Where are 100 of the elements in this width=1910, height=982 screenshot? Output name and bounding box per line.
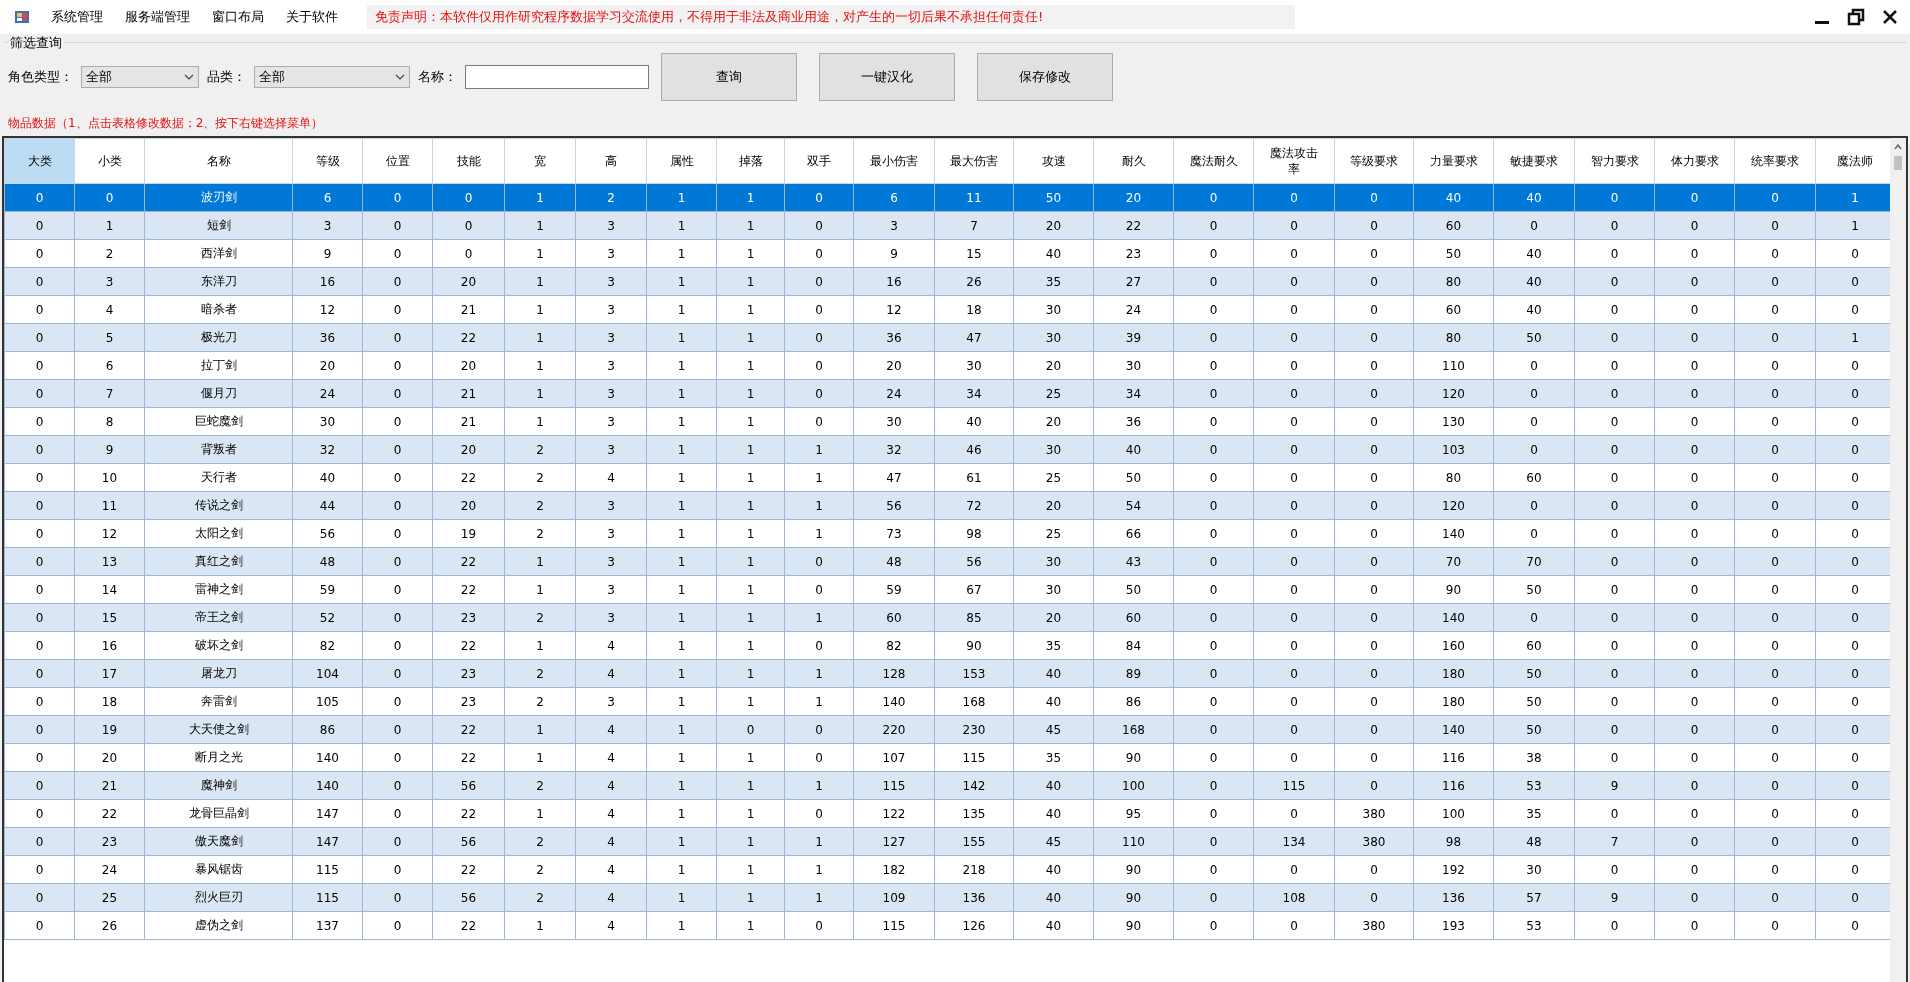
table-cell: 6	[292, 183, 363, 212]
column-header[interactable]: 技能	[432, 138, 505, 184]
table-row[interactable]: 0 21 魔神剑 140 0 56 2 4 1 1 1 115 142 40 100 0 115 0 116 53 9 0 0 0	[4, 771, 1890, 800]
table-row[interactable]: 0 24 暴风锯齿 115 0 22 2 4 1 1 1 182 218 40 90 0 0 0 192 30 0 0 0 0	[4, 855, 1890, 884]
column-header[interactable]: 位置	[362, 138, 433, 184]
table-cell: 0	[1734, 575, 1816, 604]
table-cell: 85	[934, 603, 1014, 632]
table-cell: 3	[575, 603, 647, 632]
table-cell: 137	[292, 911, 363, 940]
scroll-thumb[interactable]	[1894, 156, 1902, 170]
table-cell: 50	[1013, 183, 1094, 212]
column-header[interactable]: 敏捷要求	[1493, 138, 1575, 184]
table-cell: 21	[432, 379, 505, 408]
table-cell: 0	[362, 575, 433, 604]
table-cell: 0	[1253, 547, 1335, 576]
column-header[interactable]: 攻速	[1013, 138, 1094, 184]
action-button[interactable]: 一键汉化	[819, 53, 955, 101]
column-header[interactable]: 魔法师	[1815, 138, 1890, 184]
table-row[interactable]: 0 26 虚伪之剑 137 0 22 1 4 1 1 0 115 126 40 90 0 0 380 193 53 0 0 0 0	[4, 911, 1890, 940]
action-button[interactable]: 查询	[661, 53, 797, 101]
table-cell: 35	[1013, 743, 1094, 772]
table-cell: 0	[1493, 211, 1575, 240]
table-row[interactable]: 0 18 奔雷剑 105 0 23 2 3 1 1 1 140 168 40 86 0 0 0 180 50 0 0 0 0	[4, 687, 1890, 716]
restore-icon[interactable]	[1846, 7, 1866, 27]
table-row[interactable]: 0 8 巨蛇魔剑 30 0 21 1 3 1 1 0 30 40 20 36 0 0 0 130 0 0 0 0 0	[4, 407, 1890, 436]
column-header[interactable]: 魔法耐久	[1173, 138, 1254, 184]
table-row[interactable]: 0 7 偃月刀 24 0 21 1 3 1 1 0 24 34 25 34 0 0 0 120 0 0 0 0 0	[4, 379, 1890, 408]
table-row[interactable]: 0 9 背叛者 32 0 20 2 3 1 1 1 32 46 30 40 0 0 0 103 0 0 0 0 0	[4, 435, 1890, 464]
table-row[interactable]: 0 15 帝王之剑 52 0 23 2 3 1 1 1 60 85 20 60 0 0 0 140 0 0 0 0 0	[4, 603, 1890, 632]
table-cell: 0	[1574, 631, 1655, 660]
table-cell: 56	[432, 771, 505, 800]
column-header[interactable]: 魔法攻击率	[1253, 138, 1335, 184]
column-header[interactable]: 属性	[646, 138, 717, 184]
table-cell: 1	[716, 883, 785, 912]
menu-item[interactable]: 窗口布局	[201, 8, 275, 26]
table-row[interactable]: 0 3 东洋刀 16 0 20 1 3 1 1 0 16 26 35 27 0 0 0 80 40 0 0 0 0	[4, 267, 1890, 296]
column-header[interactable]: 掉落	[716, 138, 785, 184]
table-cell: 0	[1574, 743, 1655, 772]
table-row[interactable]: 0 1 短剑 3 0 0 1 3 1 1 0 3 7 20 22 0 0 0 60 0 0 0 0 1	[4, 211, 1890, 240]
column-header[interactable]: 大类	[4, 138, 75, 184]
table-cell: 86	[1093, 687, 1174, 716]
column-header[interactable]: 体力要求	[1654, 138, 1735, 184]
menu-item[interactable]: 关于软件	[275, 8, 349, 26]
column-header[interactable]: 高	[575, 138, 647, 184]
column-header[interactable]: 小类	[74, 138, 145, 184]
table-row[interactable]: 0 2 西洋剑 9 0 0 1 3 1 1 0 9 15 40 23 0 0 0 50 40 0 0 0 0	[4, 239, 1890, 268]
action-button[interactable]: 保存修改	[977, 53, 1113, 101]
table-cell: 0	[1654, 827, 1735, 856]
table-row[interactable]: 0 13 真红之剑 48 0 22 1 3 1 1 0 48 56 30 43 0 0 0 70 70 0 0 0 0	[4, 547, 1890, 576]
scroll-up-icon[interactable]	[1893, 142, 1903, 152]
column-header[interactable]: 力量要求	[1413, 138, 1494, 184]
table-row[interactable]: 0 12 太阳之剑 56 0 19 2 3 1 1 1 73 98 25 66 0 0 0 140 0 0 0 0 0	[4, 519, 1890, 548]
table-row[interactable]: 0 6 拉丁剑 20 0 20 1 3 1 1 0 20 30 20 30 0 0 0 110 0 0 0 0 0	[4, 351, 1890, 380]
table-cell: 50	[1093, 575, 1174, 604]
table-cell: 45	[1013, 715, 1094, 744]
column-header[interactable]: 最小伤害	[853, 138, 935, 184]
table-row[interactable]: 0 22 龙骨巨晶剑 147 0 22 1 4 1 1 0 122 135 40 95 0 0 380 100 35 0 0 0 0	[4, 799, 1890, 828]
column-header[interactable]: 宽	[504, 138, 576, 184]
table-row[interactable]: 0 11 传说之剑 44 0 20 2 3 1 1 1 56 72 20 54 0 0 0 120 0 0 0 0 0	[4, 491, 1890, 520]
table-cell: 23	[1093, 239, 1174, 268]
table-cell: 50	[1493, 687, 1575, 716]
table-cell: 0	[1334, 575, 1414, 604]
table-cell: 116	[1413, 743, 1494, 772]
table-row[interactable]: 0 14 雷神之剑 59 0 22 1 3 1 1 0 59 67 30 50 0 0 0 90 50 0 0 0 0	[4, 575, 1890, 604]
table-cell: 0	[784, 379, 854, 408]
table-cell: 40	[1013, 771, 1094, 800]
column-header[interactable]: 智力要求	[1574, 138, 1655, 184]
column-header[interactable]: 双手	[784, 138, 854, 184]
table-row[interactable]: 0 10 天行者 40 0 22 2 4 1 1 1 47 61 25 50 0 0 0 80 60 0 0 0 0	[4, 463, 1890, 492]
table-row[interactable]: 0 20 断月之光 140 0 22 1 4 1 1 0 107 115 35 90 0 0 0 116 38 0 0 0 0	[4, 743, 1890, 772]
table-row[interactable]: 0 5 极光刀 36 0 22 1 3 1 1 0 36 47 30 39 0 0 0 80 50 0 0 0 1	[4, 323, 1890, 352]
menu-item[interactable]: 服务端管理	[114, 8, 201, 26]
column-header[interactable]: 耐久	[1093, 138, 1174, 184]
table-row[interactable]: 0 4 暗杀者 12 0 21 1 3 1 1 0 12 18 30 24 0 0 0 60 40 0 0 0 0	[4, 295, 1890, 324]
table-cell: 20	[74, 743, 145, 772]
table-cell: 180	[1413, 659, 1494, 688]
table-cell: 0	[362, 855, 433, 884]
table-row[interactable]: 0 19 大天使之剑 86 0 22 1 4 1 0 0 220 230 45 168 0 0 0 140 50 0 0 0 0	[4, 715, 1890, 744]
table-cell: 104	[292, 659, 363, 688]
column-header[interactable]: 最大伤害	[934, 138, 1014, 184]
table-cell: 36	[292, 323, 363, 352]
name-field[interactable]	[465, 65, 649, 89]
column-header[interactable]: 名称	[144, 138, 293, 184]
menu-item[interactable]: 系统管理	[40, 8, 114, 26]
column-header[interactable]: 统率要求	[1734, 138, 1816, 184]
table-row[interactable]: 0 16 破坏之剑 82 0 22 1 4 1 1 0 82 90 35 84 0 0 0 160 60 0 0 0 0	[4, 631, 1890, 660]
vertical-scrollbar[interactable]	[1890, 138, 1906, 982]
table-row[interactable]: 0 23 傲天魔剑 147 0 56 2 4 1 1 1 127 155 45 110 0 134 380 98 48 7 0 0 0	[4, 827, 1890, 856]
table-cell: 9	[853, 239, 935, 268]
table-cell: 0	[1734, 351, 1816, 380]
column-header[interactable]: 等级	[292, 138, 363, 184]
column-header[interactable]: 等级要求	[1334, 138, 1414, 184]
table-row[interactable]: 0 0 波刃剑 6 0 0 1 2 1 1 0 6 11 50 20 0 0 0 40 40 0 0 0 1	[4, 183, 1890, 212]
table-cell: 0	[4, 547, 75, 576]
table-cell: 2	[504, 435, 576, 464]
table-row[interactable]: 0 17 屠龙刀 104 0 23 2 4 1 1 1 128 153 40 89 0 0 0 180 50 0 0 0 0	[4, 659, 1890, 688]
table-cell: 0	[1734, 379, 1816, 408]
dropdown[interactable]: 全部	[254, 66, 410, 88]
dropdown[interactable]: 全部	[81, 66, 199, 88]
table-row[interactable]: 0 25 烈火巨刃 115 0 56 2 4 1 1 1 109 136 40 90 0 108 0 136 57 9 0 0 0	[4, 883, 1890, 912]
